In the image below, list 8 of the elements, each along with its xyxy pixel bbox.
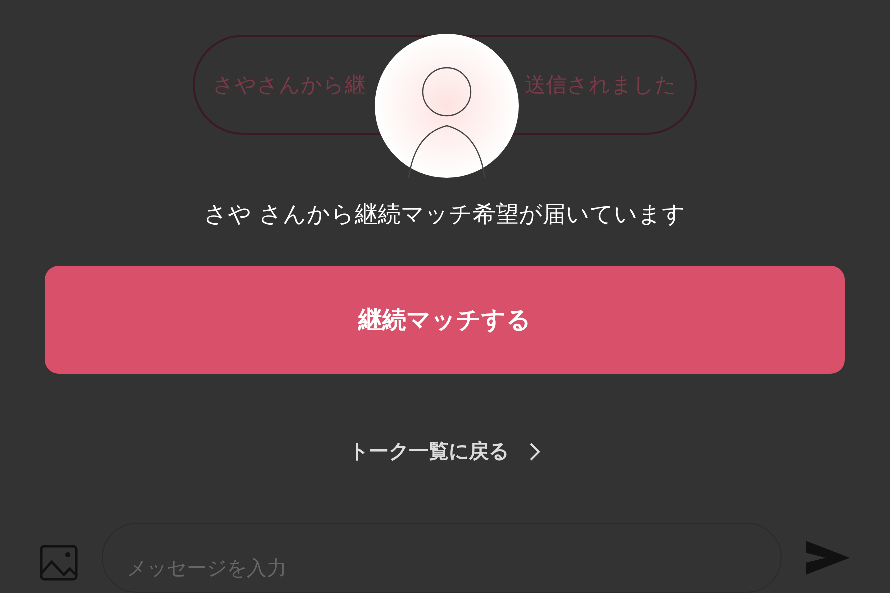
- chevron-right-icon: [529, 442, 541, 462]
- continue-match-button[interactable]: 継続マッチする: [45, 266, 845, 374]
- notice-text: 送信されました: [525, 72, 677, 99]
- image-icon[interactable]: [40, 545, 78, 581]
- send-icon[interactable]: [806, 541, 850, 575]
- back-to-talks-link[interactable]: トーク一覧に戻る: [349, 438, 541, 465]
- match-request-message: さや さんから継続マッチ希望が届いています: [204, 201, 686, 230]
- notice-text: さやさんから継: [213, 72, 366, 99]
